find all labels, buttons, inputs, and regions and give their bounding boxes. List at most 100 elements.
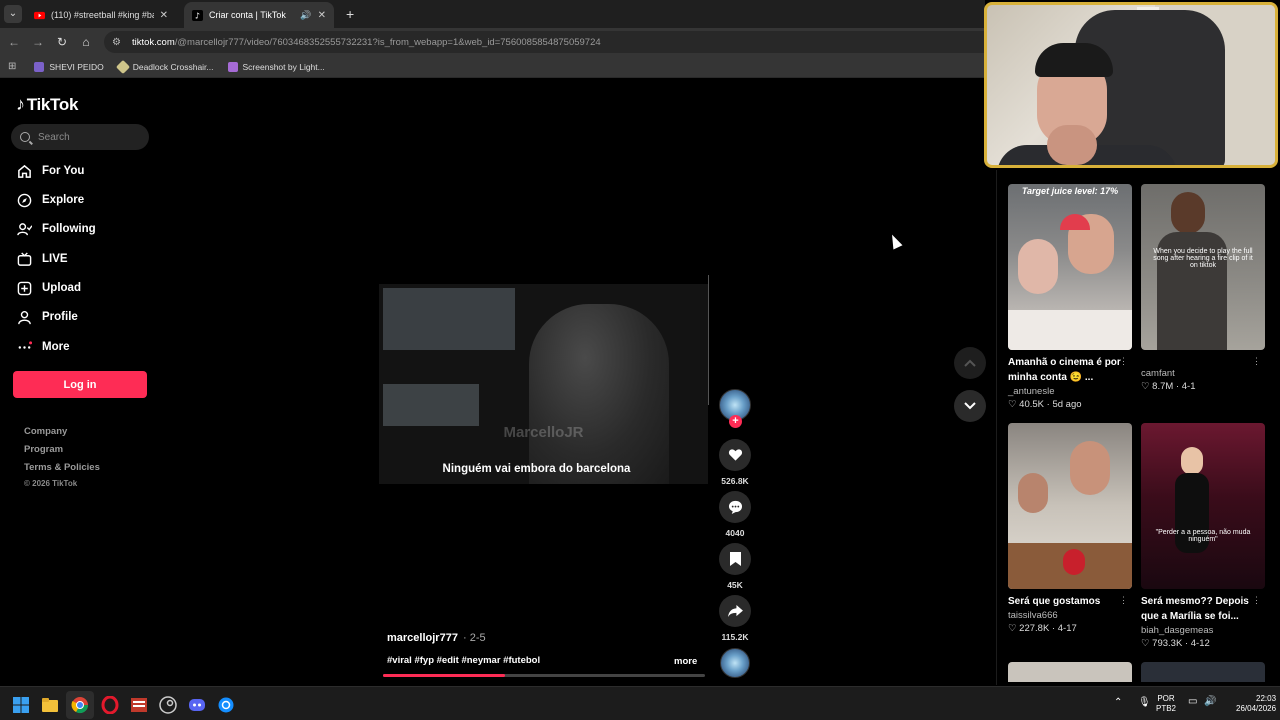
windows-start-icon[interactable] <box>12 696 30 714</box>
bookmark-icon <box>34 61 45 72</box>
bookmarks-bar: ⊞ SHEVI PEIDO Deadlock Crosshair... Scre… <box>0 56 985 78</box>
battle-net-icon[interactable] <box>217 696 235 714</box>
chrome-icon[interactable] <box>71 696 89 714</box>
card-options-icon[interactable]: ⋮ <box>1252 595 1261 606</box>
thumbnail-overlay-text: When you decide to play the full song af… <box>1153 248 1253 269</box>
card-title[interactable]: Será que gostamos <box>1008 594 1124 609</box>
footer-link-company[interactable]: Company <box>24 426 67 437</box>
home-button-icon[interactable]: ⌂ <box>78 34 94 50</box>
back-icon[interactable]: ← <box>6 34 22 50</box>
card-author[interactable]: camfant <box>1141 368 1265 379</box>
bookmark-item[interactable]: Screenshot by Light... <box>227 61 325 72</box>
opera-icon[interactable] <box>101 696 119 714</box>
site-info-icon[interactable]: ⚙ <box>112 37 124 48</box>
microphone-icon[interactable]: 🎙 <box>1138 698 1151 708</box>
video-thumbnail-partial[interactable] <box>1008 662 1132 682</box>
sidebar-item-profile[interactable]: Profile <box>16 309 78 325</box>
heart-icon: ♡ <box>1008 623 1017 634</box>
thumbnail-face <box>1171 192 1205 234</box>
card-likes: 793.3K <box>1152 638 1183 649</box>
save-count: 45K <box>727 580 743 590</box>
card-author[interactable]: taissilva666 <box>1008 610 1132 621</box>
login-button[interactable]: Log in <box>13 371 147 398</box>
recommended-card[interactable]: When you decide to play the full song af… <box>1141 184 1265 392</box>
tiktok-logo[interactable]: ♪ TikTok <box>16 94 78 115</box>
sidebar-item-explore[interactable]: Explore <box>16 192 84 208</box>
video-hashtags[interactable]: #viral #fyp #edit #neymar #futebol <box>387 655 540 666</box>
address-bar[interactable]: ⚙ tiktok.com/@marcellojr777/video/760346… <box>104 31 985 53</box>
bookmark-item[interactable]: SHEVI PEIDO <box>34 61 104 72</box>
apps-grid-icon[interactable]: ⊞ <box>8 61 16 72</box>
steam-icon[interactable] <box>159 696 177 714</box>
sidebar-item-for-you[interactable]: For You <box>16 163 84 179</box>
new-tab-button[interactable]: + <box>346 6 354 22</box>
card-options-icon[interactable]: ⋮ <box>1252 356 1261 367</box>
card-title[interactable]: Amanhã o cinema é por minha conta 😉 ... <box>1008 355 1124 385</box>
sidebar-item-following[interactable]: Following <box>16 221 96 237</box>
column-divider <box>996 170 997 685</box>
bookmark-item[interactable]: Deadlock Crosshair... <box>115 59 214 74</box>
video-thumbnail[interactable]: When you decide to play the full song af… <box>1141 184 1265 350</box>
sound-disc-icon[interactable] <box>720 648 750 678</box>
tab-title: Criar conta | TikTok <box>209 10 286 20</box>
video-author[interactable]: marcellojr777 · 2-5 <box>387 632 486 644</box>
copyright-text: © 2026 TikTok <box>24 479 78 488</box>
volume-icon[interactable]: 🔊 <box>1204 697 1216 707</box>
card-author[interactable]: _antunesle <box>1008 386 1132 397</box>
tab-search-button[interactable]: ⌄ <box>4 5 22 23</box>
video-player[interactable]: MarcelloJR <box>379 284 708 484</box>
sidebar-item-live[interactable]: LIVE <box>16 251 68 267</box>
save-button[interactable] <box>719 543 751 575</box>
next-video-button[interactable] <box>954 390 986 422</box>
tab-tiktok[interactable]: ♪ Criar conta | TikTok 🔊 ✕ <box>184 2 334 28</box>
follow-plus-icon[interactable]: + <box>729 415 742 428</box>
video-thumbnail[interactable] <box>1008 423 1132 589</box>
card-author[interactable]: biah_dasgemeas <box>1141 625 1265 636</box>
author-name[interactable]: marcellojr777 <box>387 632 458 644</box>
recommended-card[interactable]: Será que gostamos ⋮ taissilva666 ♡ 227.8… <box>1008 423 1132 634</box>
thumbnail-fruit <box>1063 549 1085 575</box>
recommended-card[interactable]: "Perder a a pessoa, não muda ninguém" Se… <box>1141 423 1265 649</box>
discord-icon[interactable] <box>188 696 206 714</box>
search-input[interactable]: Search <box>11 124 149 150</box>
share-button[interactable] <box>719 595 751 627</box>
svg-text:♪: ♪ <box>195 10 200 20</box>
comment-button[interactable] <box>719 491 751 523</box>
video-background-window <box>383 288 515 350</box>
sidebar-item-label: Profile <box>42 311 78 323</box>
close-tab-icon[interactable]: ✕ <box>160 10 168 21</box>
clock[interactable]: 22:03 26/04/2026 <box>1236 694 1276 714</box>
sidebar-item-upload[interactable]: Upload <box>16 280 81 296</box>
forward-icon[interactable]: → <box>30 34 46 50</box>
feather-icon <box>227 61 238 72</box>
progress-fill <box>383 674 506 677</box>
file-explorer-icon[interactable] <box>41 696 59 714</box>
like-button[interactable] <box>719 439 751 471</box>
video-progress-bar[interactable] <box>383 674 705 677</box>
recommended-card[interactable]: Target juice level: 17% Amanhã o cinema … <box>1008 184 1132 410</box>
tab-youtube[interactable]: (110) #streetball #king #basket ✕ <box>26 2 176 28</box>
card-options-icon[interactable]: ⋮ <box>1119 595 1128 606</box>
reload-icon[interactable]: ↻ <box>54 34 70 50</box>
video-thumbnail[interactable]: Target juice level: 17% <box>1008 184 1132 350</box>
app-icon[interactable] <box>130 696 148 714</box>
url-path: /@marcellojr777/video/760346835255573223… <box>174 36 601 48</box>
heart-icon: ♡ <box>1141 638 1150 649</box>
comment-icon <box>728 500 742 514</box>
sidebar-item-more[interactable]: More <box>16 339 69 355</box>
previous-video-button[interactable] <box>954 347 986 379</box>
footer-link-program[interactable]: Program <box>24 444 63 455</box>
card-options-icon[interactable]: ⋮ <box>1119 356 1128 367</box>
speaker-icon[interactable]: 🔊 <box>300 10 311 21</box>
sidebar-item-label: For You <box>42 165 85 177</box>
video-thumbnail[interactable]: "Perder a a pessoa, não muda ninguém" <box>1141 423 1265 589</box>
display-icon[interactable]: ▭ <box>1188 697 1197 707</box>
more-link[interactable]: more <box>674 656 697 667</box>
footer-link-terms[interactable]: Terms & Policies <box>24 462 100 473</box>
video-thumbnail-partial[interactable] <box>1141 662 1265 682</box>
language-indicator[interactable]: POR PTB2 <box>1156 694 1176 714</box>
card-likes: 227.8K <box>1019 623 1050 634</box>
card-title[interactable]: Será mesmo?? Depois que a Marília se foi… <box>1141 594 1257 624</box>
close-tab-icon[interactable]: ✕ <box>318 10 326 21</box>
tray-overflow-icon[interactable]: ⌃ <box>1114 698 1122 708</box>
